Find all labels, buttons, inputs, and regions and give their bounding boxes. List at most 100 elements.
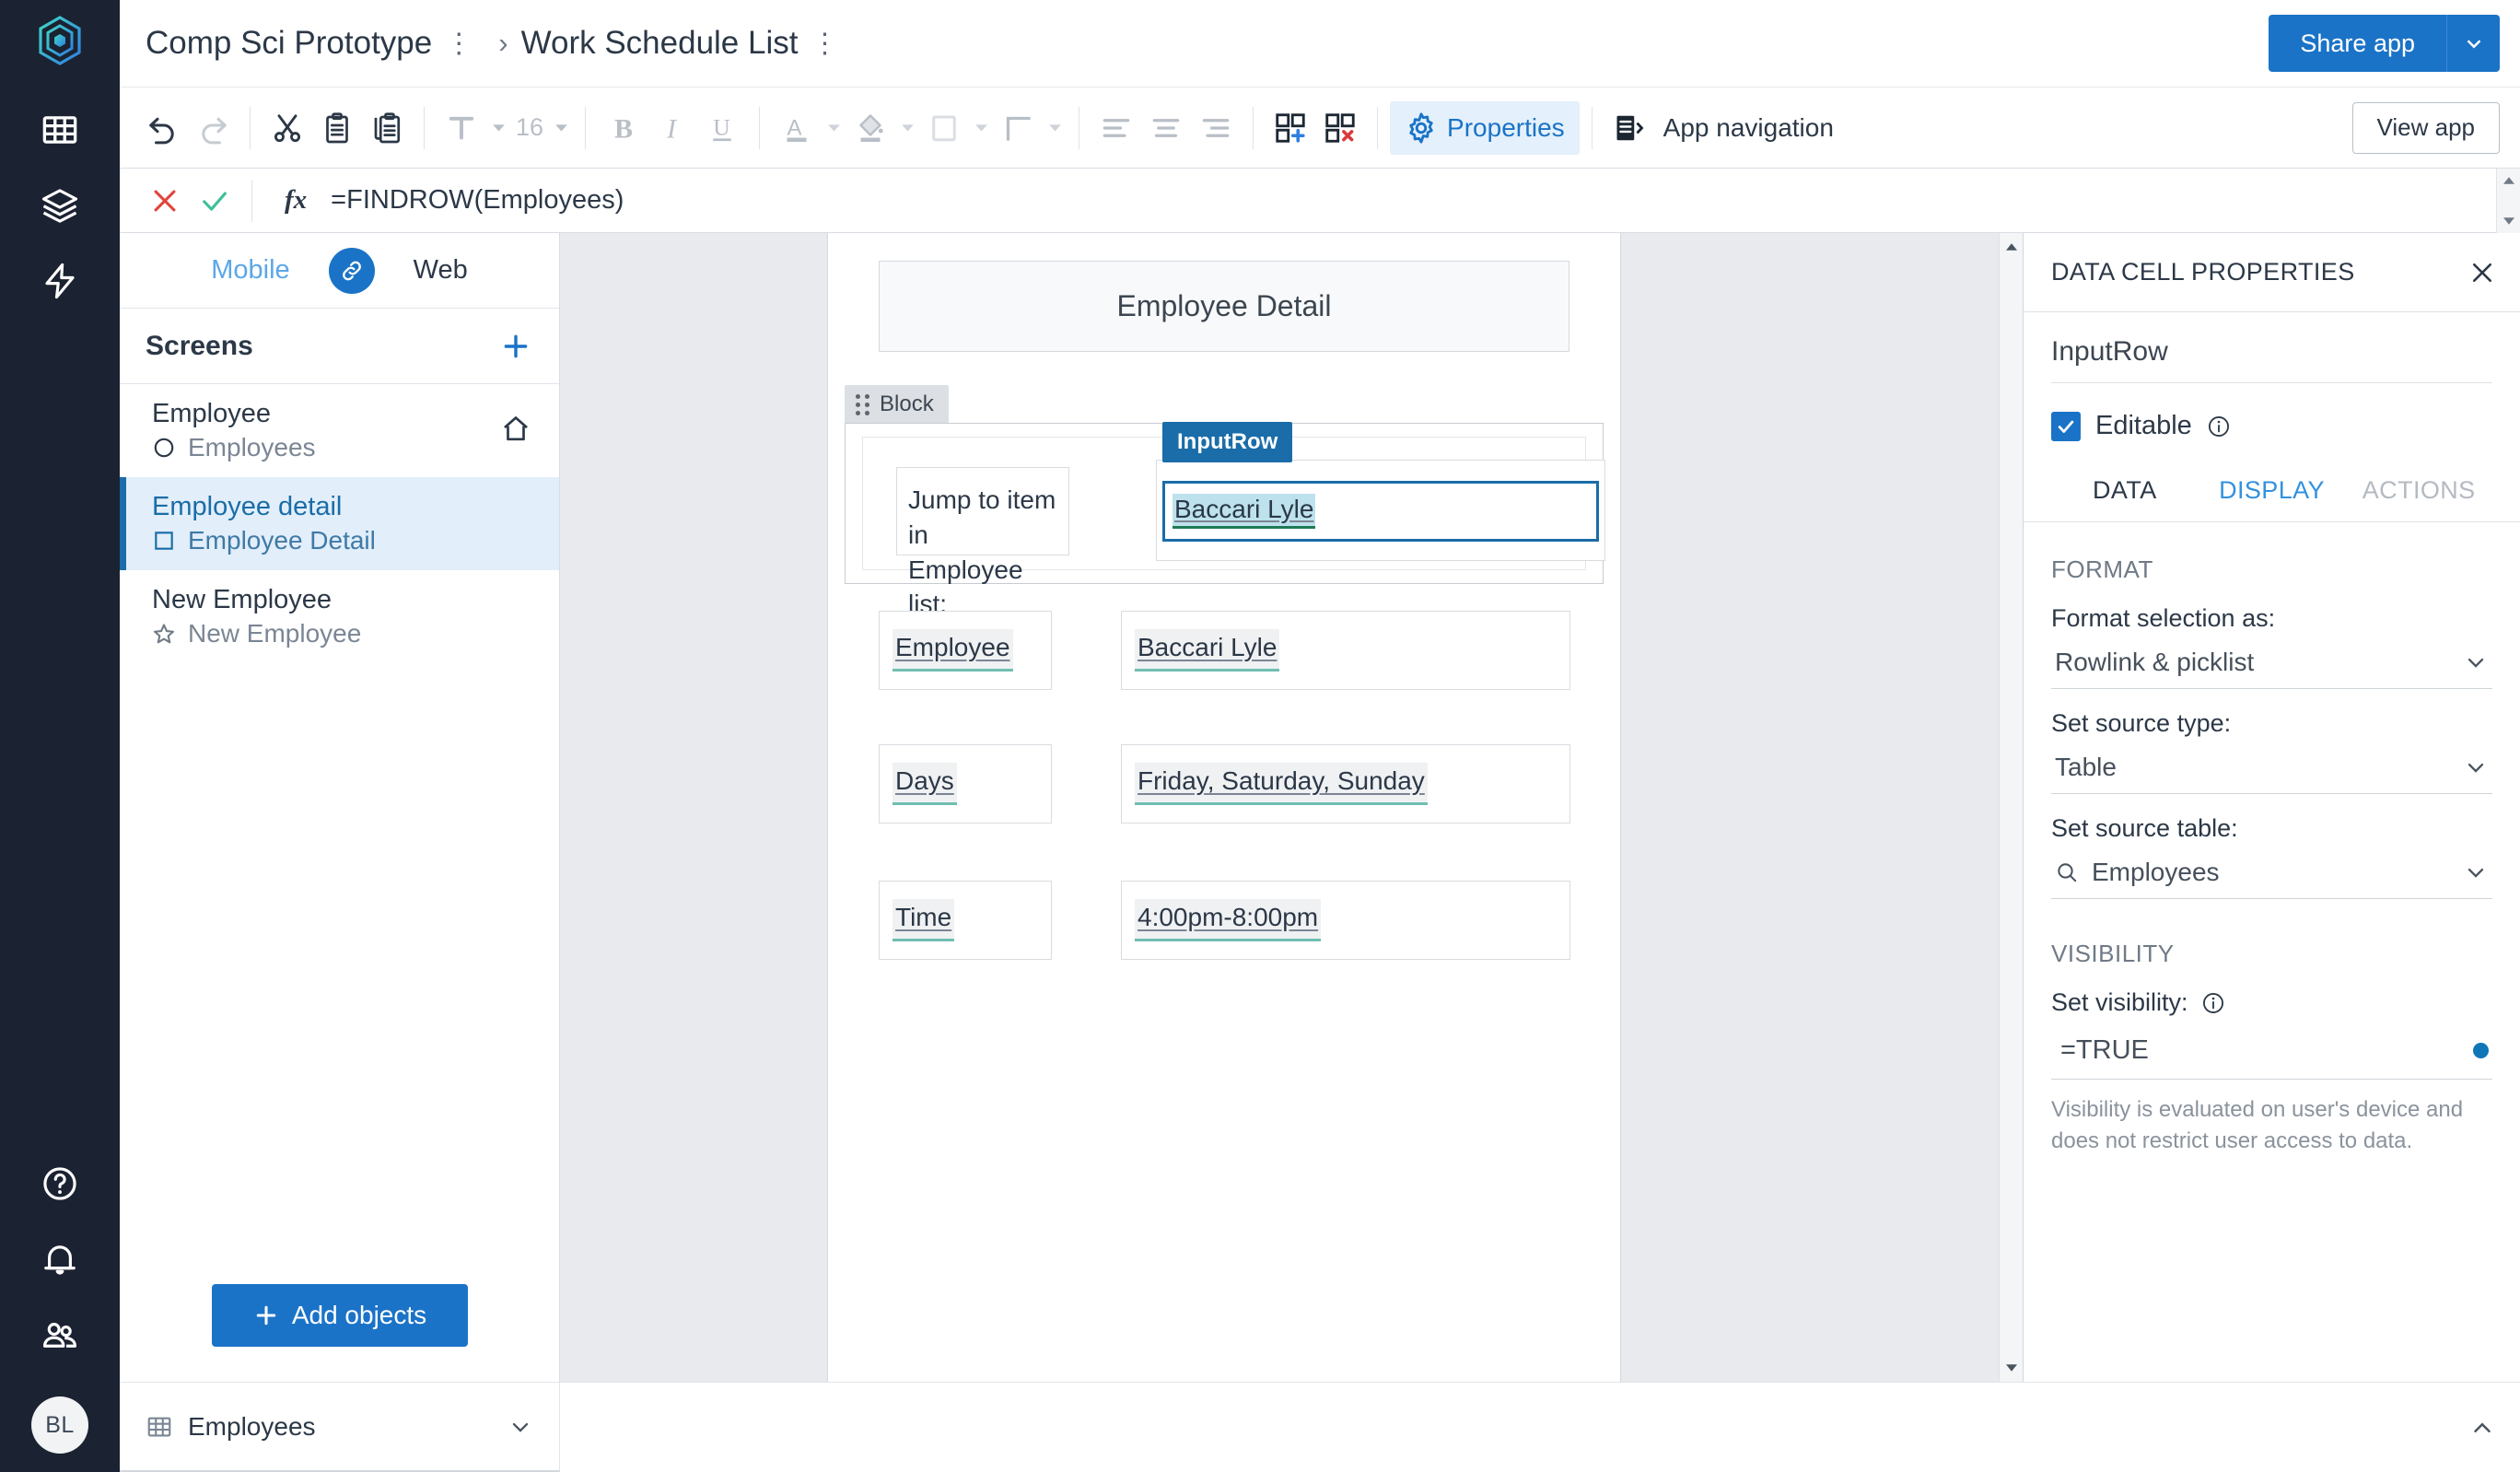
share-app-chevron-down-icon[interactable] [2446,15,2500,72]
tab-data[interactable]: DATA [2051,476,2199,505]
input-row-cell[interactable]: InputRow Baccari Lyle [1156,422,1605,561]
text-format-icon[interactable] [437,103,486,153]
sidebar-item-new-employee[interactable]: New Employee New Employee [120,570,559,663]
sidebar-item-employee[interactable]: Employee Employees [120,384,559,477]
svg-text:A: A [788,115,802,140]
plus-icon [253,1303,279,1328]
close-x-icon[interactable] [2468,259,2496,286]
cell-style-chevron-down-icon[interactable] [969,116,993,140]
home-icon[interactable] [500,413,531,449]
rail-item-automation[interactable] [33,254,87,308]
clipboard-icon[interactable] [312,103,362,153]
info-circle-icon[interactable] [2201,991,2225,1015]
jump-text-line1: Jump to item in [908,485,1056,549]
bold-icon[interactable]: B [598,103,648,153]
set-visibility-value: =TRUE [2060,1035,2149,1065]
redo-arrow-icon[interactable] [188,103,238,153]
row-label-cell[interactable]: Time [879,881,1052,960]
view-app-button[interactable]: View app [2351,101,2500,154]
font-size-chevron-down-icon[interactable] [549,116,573,140]
collapse-chevron-up-icon[interactable] [2468,1414,2496,1442]
svg-text:U: U [713,113,729,140]
row-value-cell[interactable]: 4:00pm-8:00pm [1121,881,1570,960]
align-right-icon[interactable] [1191,103,1241,153]
rail-item-data[interactable] [33,103,87,157]
align-center-icon[interactable] [1141,103,1191,153]
row-label-cell[interactable]: Employee [879,611,1052,690]
row-value-cell[interactable]: Friday, Saturday, Sunday [1121,744,1570,824]
italic-icon[interactable]: I [648,103,697,153]
square-outline-icon[interactable] [919,103,969,153]
canvas-area: Employee Detail Block Jump to item in Em [560,233,2023,1382]
avatar[interactable]: BL [31,1396,88,1454]
tab-actions[interactable]: ACTIONS [2345,476,2492,505]
screen-subtitle-row: New Employee [152,619,531,648]
app-navigation-button[interactable]: App navigation [1604,103,1834,153]
row-value-cell[interactable]: Baccari Lyle [1121,611,1570,690]
source-table-select[interactable]: Employees [2051,858,2492,899]
formula-confirm-icon[interactable] [190,176,239,226]
formula-input[interactable]: =FINDROW(Employees) [316,185,2496,216]
editable-checkbox[interactable] [2051,411,2081,441]
row-label-cell[interactable]: Days [879,744,1052,824]
rail-item-layouts[interactable] [33,179,87,232]
format-selection-select[interactable]: Rowlink & picklist [2051,648,2492,689]
field-value: Rowlink & picklist [2055,648,2255,676]
drag-grip-icon[interactable] [856,393,870,415]
add-block-icon[interactable] [1266,103,1315,153]
appsheet-hex-logo-icon[interactable] [32,13,88,68]
people-icon[interactable] [33,1308,87,1361]
formula-cancel-icon[interactable] [140,176,190,226]
fill-color-chevron-down-icon[interactable] [895,116,919,140]
sidebar-item-employee-detail[interactable]: Employee detail Employee Detail [120,477,559,570]
copy-icon[interactable] [362,103,412,153]
input-row-selected-cell[interactable]: Baccari Lyle [1162,481,1599,542]
add-screen-plus-icon[interactable] [500,331,531,362]
tab-display[interactable]: DISPLAY [2199,476,2346,505]
link-chain-icon[interactable] [328,247,375,294]
scissors-icon[interactable] [262,103,312,153]
properties-button-label: Properties [1447,112,1565,142]
set-visibility-input[interactable]: =TRUE [2051,1035,2492,1080]
field-value: Table [2055,753,2117,781]
app-sheet-canvas: Employee Detail Block Jump to item in Em [827,233,1621,1382]
app-kebab-menu-icon[interactable]: ⋮ [445,28,472,60]
tab-web[interactable]: Web [414,255,468,286]
remove-block-icon[interactable] [1315,103,1365,153]
share-app-button[interactable]: Share app [2269,15,2446,72]
bell-icon[interactable] [33,1233,87,1286]
text-color-chevron-down-icon[interactable] [822,116,846,140]
sheet-kebab-menu-icon[interactable]: ⋮ [811,28,838,60]
add-objects-button[interactable]: Add objects [212,1284,468,1347]
borders-chevron-down-icon[interactable] [1043,116,1067,140]
fill-color-icon[interactable] [846,103,895,153]
format-selection-field: Format selection as: Rowlink & picklist [2051,604,2492,689]
source-type-field: Set source type: Table [2051,709,2492,794]
font-chevron-down-icon[interactable] [486,116,510,140]
properties-tabs: DATA DISPLAY ACTIONS [2024,476,2520,522]
source-type-select[interactable]: Table [2051,753,2492,794]
canvas-scrollbar[interactable] [1999,233,2023,1382]
formula-bar-scrollbar[interactable] [2496,168,2520,233]
properties-button[interactable]: Properties [1390,100,1580,155]
cell-name-field[interactable]: InputRow [2051,336,2492,383]
info-circle-icon[interactable] [2207,415,2231,438]
chevron-down-icon [2502,216,2514,225]
chevron-down-icon[interactable] [508,1414,533,1440]
block-tab[interactable]: Block [845,385,949,424]
font-size-value[interactable]: 16 [510,113,549,142]
sheet-tab-employees[interactable]: Employees [120,1383,560,1472]
underline-icon[interactable]: U [697,103,747,153]
align-left-icon[interactable] [1091,103,1141,153]
toolbar-divider [1377,106,1379,149]
breadcrumb-sheet-name[interactable]: Work Schedule List [521,25,799,62]
canvas-header-card[interactable]: Employee Detail [879,261,1569,352]
breadcrumb-app-name[interactable]: Comp Sci Prototype [146,25,432,62]
tab-mobile[interactable]: Mobile [211,255,289,286]
jump-to-item-cell[interactable]: Jump to item in Employee list: [896,467,1069,618]
help-circle-icon[interactable] [33,1157,87,1210]
text-color-icon[interactable]: A [772,103,822,153]
border-corner-icon[interactable] [993,103,1043,153]
undo-arrow-icon[interactable] [138,103,188,153]
chevron-down-icon [2005,1364,2017,1372]
